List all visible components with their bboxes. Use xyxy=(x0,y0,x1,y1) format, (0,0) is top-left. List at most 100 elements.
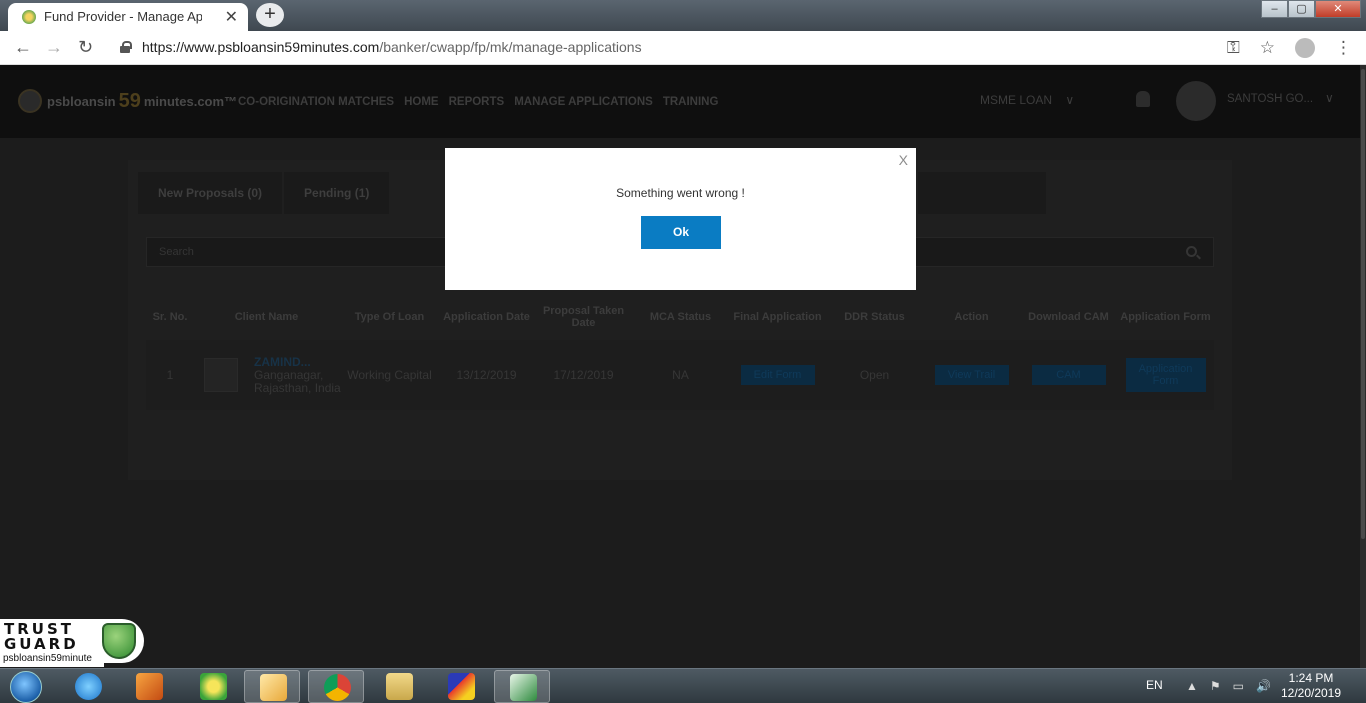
tab-title: Fund Provider - Manage Applicat xyxy=(44,9,202,24)
col-proposal-date: Proposal Taken Date xyxy=(542,305,625,329)
taskbar-ie[interactable] xyxy=(60,670,116,703)
trust-guard-line2: GUARD xyxy=(4,635,79,653)
table-header: Sr. No. Client Name Type Of Loan Applica… xyxy=(146,302,1214,332)
taskbar-green-app[interactable] xyxy=(185,670,241,703)
col-type-of-loan: Type Of Loan xyxy=(354,311,425,323)
language-indicator[interactable]: EN xyxy=(1146,678,1163,692)
nav-reports[interactable]: REPORTS xyxy=(449,96,505,108)
reload-icon[interactable]: ↻ xyxy=(78,37,93,58)
nav-manage-applications[interactable]: MANAGE APPLICATIONS xyxy=(514,96,653,108)
close-window-button[interactable]: ✕ xyxy=(1315,0,1361,18)
paint-app-icon xyxy=(448,673,475,700)
taskbar-paint-app[interactable] xyxy=(433,670,489,703)
site-logo[interactable]: psbloansin 59 minutes.com™ xyxy=(18,89,237,113)
cell-proposal-date: 17/12/2019 xyxy=(553,367,614,382)
excel-icon xyxy=(510,674,537,701)
trust-guard-site: psbloansin59minute xyxy=(0,653,104,667)
clock-date: 12/20/2019 xyxy=(1280,686,1342,700)
lock-icon xyxy=(120,41,132,53)
nav-training[interactable]: TRAINING xyxy=(663,96,719,108)
menu-dots-icon[interactable]: ⋮ xyxy=(1335,38,1352,58)
loan-type-select[interactable]: MSME LOAN ∨ xyxy=(980,93,1074,107)
col-application-date: Application Date xyxy=(443,311,530,323)
media-player-icon xyxy=(136,673,163,700)
table-row: 1 ZAMIND... Ganganagar, Rajasthan, India… xyxy=(146,340,1214,410)
cell-mca-status: NA xyxy=(672,367,689,382)
tab-placeholder[interactable] xyxy=(918,172,1046,214)
ok-button[interactable]: Ok xyxy=(641,216,721,249)
col-download-cam: Download CAM xyxy=(1028,311,1109,323)
logo-text-right: minutes.com™ xyxy=(143,93,238,109)
site-header: psbloansin 59 minutes.com™ CO-ORIGINATIO… xyxy=(0,65,1360,138)
edit-form-button[interactable]: Edit Form xyxy=(740,365,815,385)
user-menu-chevron-icon[interactable]: ∨ xyxy=(1325,91,1334,105)
taskbar: EN ▲ ⚑ ▭ 🔊 1:24 PM 12/20/2019 xyxy=(0,668,1366,703)
tray-icons: ▲ ⚑ ▭ 🔊 xyxy=(1186,679,1271,693)
browser-tab[interactable]: Fund Provider - Manage Applicat ✕ xyxy=(8,3,248,31)
cell-application-date: 13/12/2019 xyxy=(456,367,517,382)
volume-icon[interactable]: 🔊 xyxy=(1256,679,1271,693)
taskbar-excel[interactable] xyxy=(494,670,550,703)
user-name[interactable]: SANTOSH GO... xyxy=(1227,93,1313,105)
windows-logo-icon xyxy=(10,671,42,703)
browser-titlebar: Fund Provider - Manage Applicat ✕ + – ▢ … xyxy=(0,0,1366,31)
col-application-form: Application Form xyxy=(1120,311,1211,323)
cell-download-cam: CAM xyxy=(1020,340,1117,410)
action-center-flag-icon[interactable]: ⚑ xyxy=(1210,679,1221,693)
minimize-button[interactable]: – xyxy=(1261,0,1288,18)
clock[interactable]: 1:24 PM 12/20/2019 xyxy=(1276,671,1346,701)
chrome-icon xyxy=(324,674,351,701)
notification-bell-icon[interactable] xyxy=(1136,91,1150,107)
taskbar-chrome[interactable] xyxy=(308,670,364,703)
url-host: https://www.psbloansin59minutes.com xyxy=(142,39,380,55)
cell-ddr-status: Open xyxy=(859,367,890,382)
tab-close-icon[interactable]: ✕ xyxy=(225,7,238,27)
taskbar-outlook[interactable] xyxy=(244,670,300,703)
cam-download-button[interactable]: CAM xyxy=(1031,365,1106,385)
cell-loan-type: Working Capital xyxy=(347,367,432,382)
star-icon[interactable]: ☆ xyxy=(1260,38,1275,58)
client-location: Ganganagar, Rajasthan, India xyxy=(254,367,341,395)
start-button[interactable] xyxy=(6,669,46,703)
url-path: /banker/cwapp/fp/mk/manage-applications xyxy=(379,39,642,55)
logo-text-left: psbloansin xyxy=(47,93,116,109)
back-icon[interactable]: ← xyxy=(14,37,32,58)
url-text: https://www.psbloansin59minutes.com/bank… xyxy=(142,39,642,55)
dialog-close-icon[interactable]: X xyxy=(899,152,908,168)
tab-new-proposals[interactable]: New Proposals (0) xyxy=(138,172,283,214)
proposal-tabs: New Proposals (0) Pending (1) xyxy=(138,172,390,214)
cell-action: View Trail xyxy=(923,340,1020,410)
col-client-name: Client Name xyxy=(234,311,299,323)
site-favicon-icon xyxy=(22,10,36,24)
new-tab-button[interactable]: + xyxy=(256,3,284,27)
avatar[interactable] xyxy=(1176,81,1216,121)
dialog-message: Something went wrong ! xyxy=(616,186,745,200)
search-icon[interactable] xyxy=(1186,246,1197,257)
mail-icon xyxy=(260,674,287,701)
internet-explorer-icon xyxy=(75,673,102,700)
key-icon[interactable]: ⚿ xyxy=(1227,38,1240,58)
nav-home[interactable]: HOME xyxy=(404,96,439,108)
col-final-application: Final Application xyxy=(733,311,822,323)
network-icon[interactable]: ▭ xyxy=(1233,679,1244,693)
url-field[interactable]: https://www.psbloansin59minutes.com/bank… xyxy=(112,35,1292,61)
toolbar-icons: ⚿ ☆ ⋮ xyxy=(1227,38,1352,58)
application-form-button[interactable]: Application Form xyxy=(1125,358,1206,392)
trust-guard-badge[interactable]: TRUST GUARD psbloansin59minute xyxy=(0,619,146,667)
col-ddr-status: DDR Status xyxy=(844,311,905,323)
scrollbar-thumb[interactable] xyxy=(1361,69,1365,539)
tab-pending[interactable]: Pending (1) xyxy=(284,172,390,214)
cell-sr-no: 1 xyxy=(166,367,174,382)
maximize-button[interactable]: ▢ xyxy=(1288,0,1315,18)
loan-type-label: MSME LOAN xyxy=(980,93,1053,107)
taskbar-media-player[interactable] xyxy=(121,670,177,703)
client-info: ZAMIND... Ganganagar, Rajasthan, India xyxy=(254,355,344,395)
nav-co-origination[interactable]: CO-ORIGINATION MATCHES xyxy=(238,96,394,108)
client-name[interactable]: ZAMIND... xyxy=(254,355,311,369)
show-hidden-icons-icon[interactable]: ▲ xyxy=(1186,679,1198,693)
view-trail-button[interactable]: View Trail xyxy=(934,365,1009,385)
forward-icon[interactable]: → xyxy=(45,37,63,58)
profile-icon[interactable] xyxy=(1295,38,1315,58)
taskbar-file-explorer[interactable] xyxy=(371,670,427,703)
page-scrollbar[interactable] xyxy=(1360,65,1366,668)
